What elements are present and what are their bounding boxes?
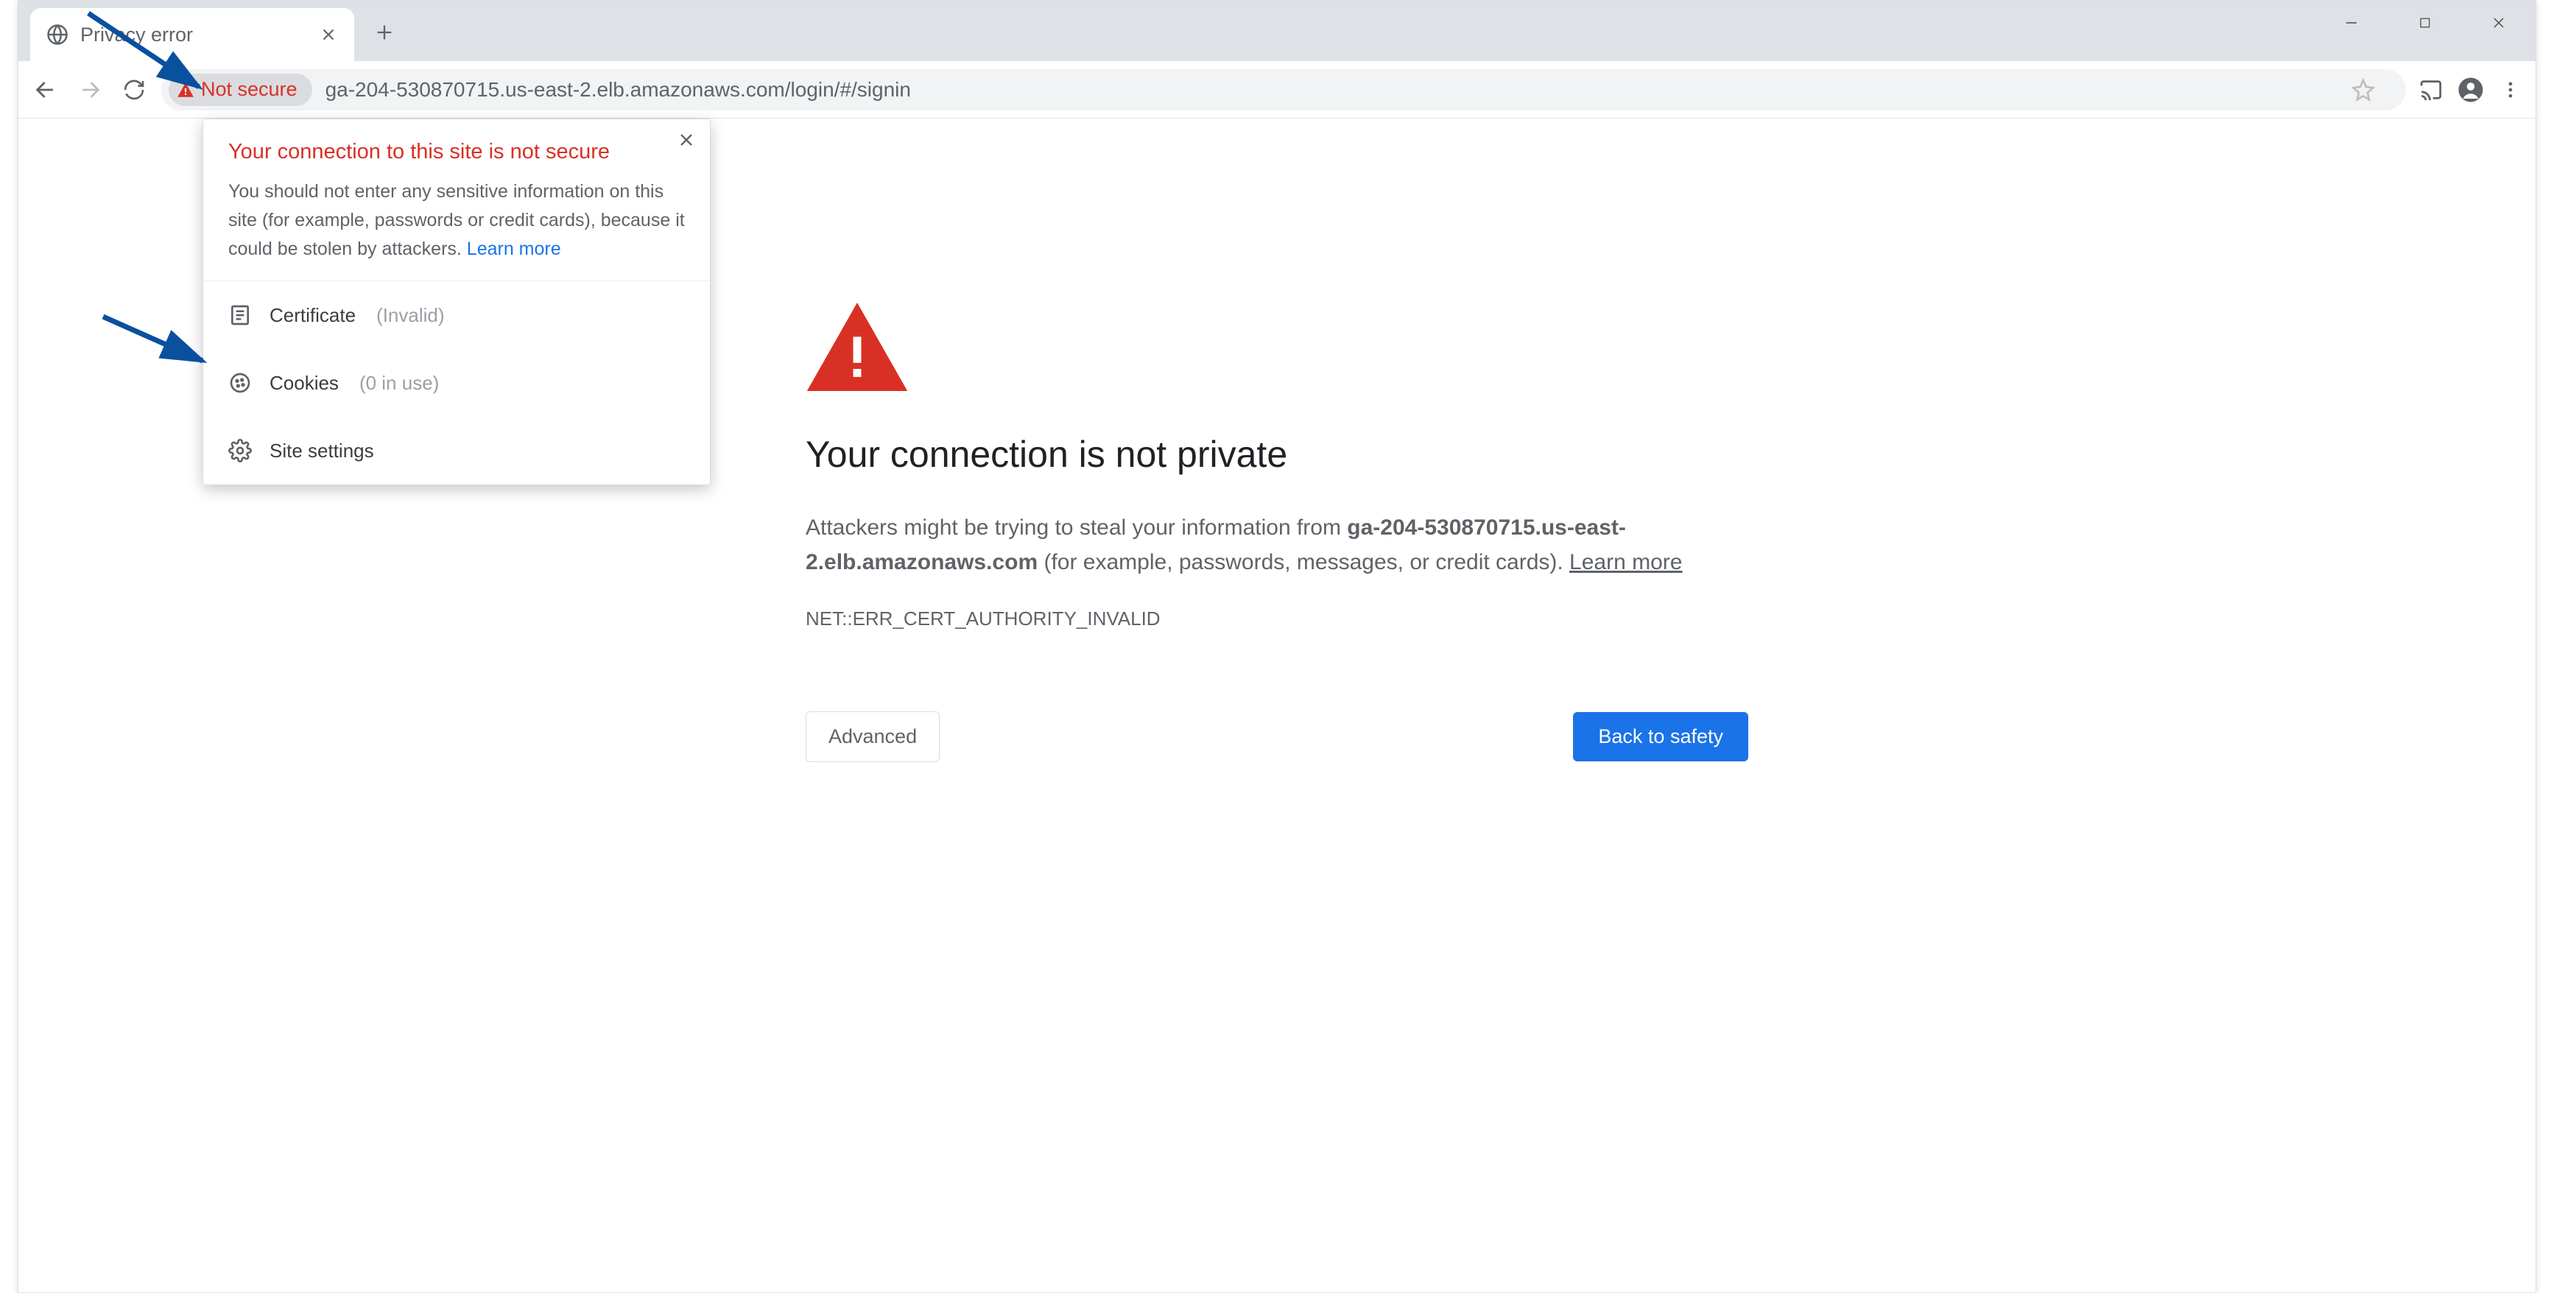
popup-description: You should not enter any sensitive infor… — [228, 177, 685, 263]
popup-close-icon[interactable] — [676, 130, 697, 150]
cookies-count: (0 in use) — [359, 372, 439, 395]
back-to-safety-button[interactable]: Back to safety — [1573, 712, 1748, 761]
globe-icon — [46, 24, 68, 46]
menu-icon[interactable] — [2496, 75, 2525, 105]
cookies-row[interactable]: Cookies (0 in use) — [203, 349, 710, 417]
close-window-button[interactable] — [2462, 1, 2535, 45]
popup-title: Your connection to this site is not secu… — [228, 140, 685, 164]
certificate-label: Certificate — [270, 304, 356, 327]
cookie-icon — [228, 371, 252, 395]
interstitial-body-post: (for example, passwords, messages, or cr… — [1038, 550, 1569, 574]
annotation-arrow-bottom — [96, 309, 214, 376]
bookmark-star-icon[interactable] — [2348, 75, 2378, 105]
error-code: NET::ERR_CERT_AUTHORITY_INVALID — [806, 607, 1748, 630]
address-bar[interactable]: Not secure ga-204-530870715.us-east-2.el… — [161, 69, 2406, 110]
minimize-button[interactable] — [2315, 1, 2388, 45]
url-text: ga-204-530870715.us-east-2.elb.amazonaws… — [325, 78, 911, 102]
profile-icon[interactable] — [2456, 75, 2485, 105]
interstitial-learn-more-link[interactable]: Learn more — [1569, 550, 1682, 574]
cookies-label: Cookies — [270, 372, 339, 395]
site-settings-row[interactable]: Site settings — [203, 417, 710, 485]
interstitial-body: Attackers might be trying to steal your … — [806, 511, 1748, 579]
toolbar: Not secure ga-204-530870715.us-east-2.el… — [18, 61, 2535, 119]
certificate-status: (Invalid) — [376, 304, 444, 327]
gear-icon — [228, 439, 252, 462]
new-tab-button[interactable] — [369, 17, 400, 48]
maximize-button[interactable] — [2388, 1, 2462, 45]
certificate-row[interactable]: Certificate (Invalid) — [203, 281, 710, 349]
window-controls — [2315, 1, 2535, 61]
not-secure-label: Not secure — [201, 78, 298, 101]
popup-learn-more-link[interactable]: Learn more — [467, 239, 561, 259]
popup-desc-text: You should not enter any sensitive infor… — [228, 181, 685, 259]
ssl-interstitial: Your connection is not private Attackers… — [806, 303, 1748, 762]
interstitial-heading: Your connection is not private — [806, 433, 1748, 476]
annotation-arrow-top — [81, 6, 214, 109]
advanced-button[interactable]: Advanced — [806, 711, 940, 762]
certificate-icon — [228, 303, 252, 327]
browser-window: Privacy error Not secure ga-204-53087071… — [18, 0, 2536, 1293]
interstitial-body-pre: Attackers might be trying to steal your … — [806, 515, 1347, 540]
site-info-popup: Your connection to this site is not secu… — [203, 119, 711, 485]
back-button[interactable] — [29, 73, 63, 107]
tab-strip: Privacy error — [18, 1, 2535, 61]
site-settings-label: Site settings — [270, 440, 374, 462]
warning-large-icon — [806, 303, 909, 391]
interstitial-buttons: Advanced Back to safety — [806, 711, 1748, 762]
cast-icon[interactable] — [2416, 75, 2446, 105]
close-tab-icon[interactable] — [319, 25, 338, 44]
